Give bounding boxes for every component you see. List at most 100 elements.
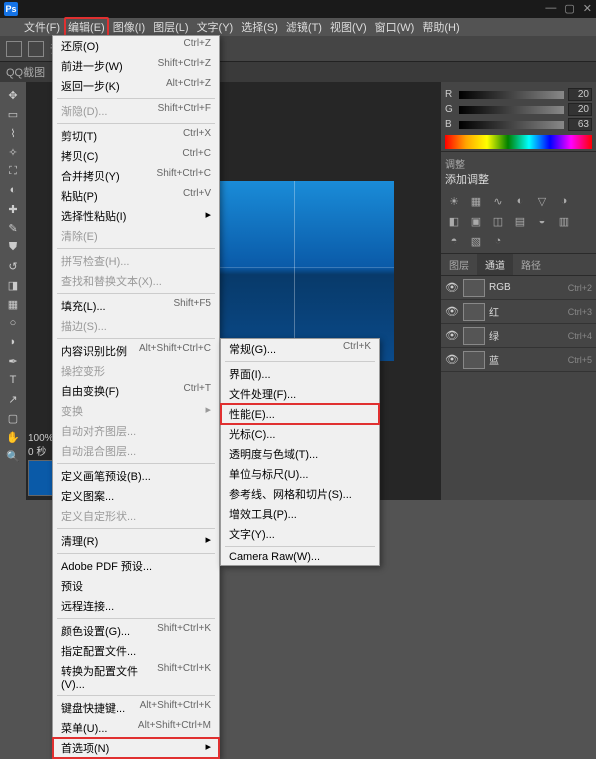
adj-mixer-icon[interactable]: ◫ [489, 213, 507, 229]
history-brush-icon[interactable]: ↺ [3, 257, 23, 275]
maximize-icon[interactable]: ▢ [564, 2, 574, 15]
path-tool-icon[interactable]: ↗ [3, 390, 23, 408]
menuitem[interactable]: 指定配置文件... [53, 641, 219, 661]
adj-exposure-icon[interactable]: ◐ [511, 193, 529, 209]
menuitem[interactable]: 预设 [53, 576, 219, 596]
adj-lookup-icon[interactable]: ▤ [511, 213, 529, 229]
menuitem[interactable]: 增效工具(P)... [221, 504, 379, 524]
gradient-tool-icon[interactable]: ▦ [3, 295, 23, 313]
menuitem[interactable]: 转换为配置文件(V)...Shift+Ctrl+K [53, 661, 219, 693]
menuitem[interactable]: 参考线、网格和切片(S)... [221, 484, 379, 504]
adj-map-icon[interactable]: ▧ [467, 233, 485, 249]
wand-tool-icon[interactable]: ✧ [3, 143, 23, 161]
adj-thresh-icon[interactable]: ◓ [445, 233, 463, 249]
menuitem[interactable]: Camera Raw(W)... [221, 549, 379, 565]
menuitem[interactable]: 光标(C)... [221, 424, 379, 444]
eraser-tool-icon[interactable]: ◨ [3, 276, 23, 294]
g-value[interactable]: 20 [568, 103, 592, 116]
menuitem[interactable]: 单位与标尺(U)... [221, 464, 379, 484]
menuitem[interactable]: 首选项(N)▸ [53, 738, 219, 758]
menuitem[interactable]: 填充(L)...Shift+F5 [53, 296, 219, 316]
adj-brightness-icon[interactable]: ☀ [445, 193, 463, 209]
pen-tool-icon[interactable]: ✒ [3, 352, 23, 370]
menuitem[interactable]: 剪切(T)Ctrl+X [53, 126, 219, 146]
menuitem[interactable]: 文字(Y)... [221, 524, 379, 544]
channel-row[interactable]: 👁红Ctrl+3 [441, 300, 596, 324]
adj-photo-icon[interactable]: ▣ [467, 213, 485, 229]
b-track[interactable] [459, 121, 564, 129]
g-track[interactable] [459, 106, 564, 114]
menuitem[interactable]: 文件处理(F)... [221, 384, 379, 404]
tool-preset-icon[interactable] [6, 41, 22, 57]
menuitem[interactable]: 界面(I)... [221, 364, 379, 384]
menuitem[interactable]: 还原(O)Ctrl+Z [53, 36, 219, 56]
menu-4[interactable]: 文字(Y) [193, 17, 238, 37]
slider-b[interactable]: B 63 [445, 118, 592, 131]
menu-8[interactable]: 窗口(W) [371, 17, 419, 37]
lasso-tool-icon[interactable]: ⌇ [3, 124, 23, 142]
adj-invert-icon[interactable]: ◒ [533, 213, 551, 229]
adj-select-icon[interactable]: ◔ [489, 233, 507, 249]
menu-6[interactable]: 滤镜(T) [282, 17, 326, 37]
menuitem[interactable]: 性能(E)... [221, 404, 379, 424]
visibility-icon[interactable]: 👁 [445, 281, 459, 294]
menuitem[interactable]: 颜色设置(G)...Shift+Ctrl+K [53, 621, 219, 641]
menuitem[interactable]: 内容识别比例Alt+Shift+Ctrl+C [53, 341, 219, 361]
canvas-image[interactable] [194, 181, 394, 361]
menuitem[interactable]: 定义画笔预设(B)... [53, 466, 219, 486]
stamp-tool-icon[interactable]: ⛊ [3, 238, 23, 256]
adj-levels-icon[interactable]: ▦ [467, 193, 485, 209]
channel-row[interactable]: 👁RGBCtrl+2 [441, 276, 596, 300]
adj-vibrance-icon[interactable]: ▽ [533, 193, 551, 209]
blur-tool-icon[interactable]: ○ [3, 314, 23, 332]
menuitem[interactable]: 菜单(U)...Alt+Shift+Ctrl+M [53, 718, 219, 738]
doc-tab[interactable]: QQ截图 [6, 64, 45, 80]
menu-9[interactable]: 帮助(H) [418, 17, 463, 37]
eyedropper-tool-icon[interactable]: ◐ [3, 181, 23, 199]
b-value[interactable]: 63 [568, 118, 592, 131]
panel-tab[interactable]: 路径 [513, 254, 549, 275]
visibility-icon[interactable]: 👁 [445, 329, 459, 342]
slider-r[interactable]: R 20 [445, 88, 592, 101]
menuitem[interactable]: 拷贝(C)Ctrl+C [53, 146, 219, 166]
menuitem[interactable]: 透明度与色域(T)... [221, 444, 379, 464]
panel-tab[interactable]: 通道 [477, 254, 513, 275]
channel-row[interactable]: 👁蓝Ctrl+5 [441, 348, 596, 372]
channel-row[interactable]: 👁绿Ctrl+4 [441, 324, 596, 348]
menu-1[interactable]: 编辑(E) [64, 17, 109, 37]
marquee-tool-icon[interactable]: ▭ [3, 105, 23, 123]
menu-3[interactable]: 图层(L) [149, 17, 192, 37]
menuitem[interactable]: 远程连接... [53, 596, 219, 616]
slider-g[interactable]: G 20 [445, 103, 592, 116]
menuitem[interactable]: 粘贴(P)Ctrl+V [53, 186, 219, 206]
menuitem[interactable]: 选择性粘贴(I)▸ [53, 206, 219, 226]
hand-tool-icon[interactable]: ✋ [3, 428, 23, 446]
r-value[interactable]: 20 [568, 88, 592, 101]
crop-tool-icon[interactable]: ⛶ [3, 162, 23, 180]
panel-tab[interactable]: 图层 [441, 254, 477, 275]
menuitem[interactable]: 键盘快捷键...Alt+Shift+Ctrl+K [53, 698, 219, 718]
opt-icon[interactable] [28, 41, 44, 57]
menuitem[interactable]: 自由变换(F)Ctrl+T [53, 381, 219, 401]
adj-bw-icon[interactable]: ◧ [445, 213, 463, 229]
menu-5[interactable]: 选择(S) [237, 17, 282, 37]
menuitem[interactable]: Adobe PDF 预设... [53, 556, 219, 576]
adj-hue-icon[interactable]: ◑ [555, 193, 573, 209]
menuitem[interactable]: 清理(R)▸ [53, 531, 219, 551]
heal-tool-icon[interactable]: ✚ [3, 200, 23, 218]
move-tool-icon[interactable]: ✥ [3, 86, 23, 104]
dodge-tool-icon[interactable]: ◗ [3, 333, 23, 351]
hue-strip[interactable] [445, 135, 592, 149]
menuitem[interactable]: 返回一步(K)Alt+Ctrl+Z [53, 76, 219, 96]
menu-0[interactable]: 文件(F) [20, 17, 64, 37]
menuitem[interactable]: 定义图案... [53, 486, 219, 506]
menuitem[interactable]: 常规(G)...Ctrl+K [221, 339, 379, 359]
visibility-icon[interactable]: 👁 [445, 305, 459, 318]
adj-curves-icon[interactable]: ∿ [489, 193, 507, 209]
menuitem[interactable]: 合并拷贝(Y)Shift+Ctrl+C [53, 166, 219, 186]
menu-7[interactable]: 视图(V) [326, 17, 371, 37]
close-icon[interactable]: ✕ [583, 2, 592, 15]
minimize-icon[interactable]: — [545, 2, 556, 15]
menu-2[interactable]: 图像(I) [109, 17, 149, 37]
shape-tool-icon[interactable]: ▢ [3, 409, 23, 427]
